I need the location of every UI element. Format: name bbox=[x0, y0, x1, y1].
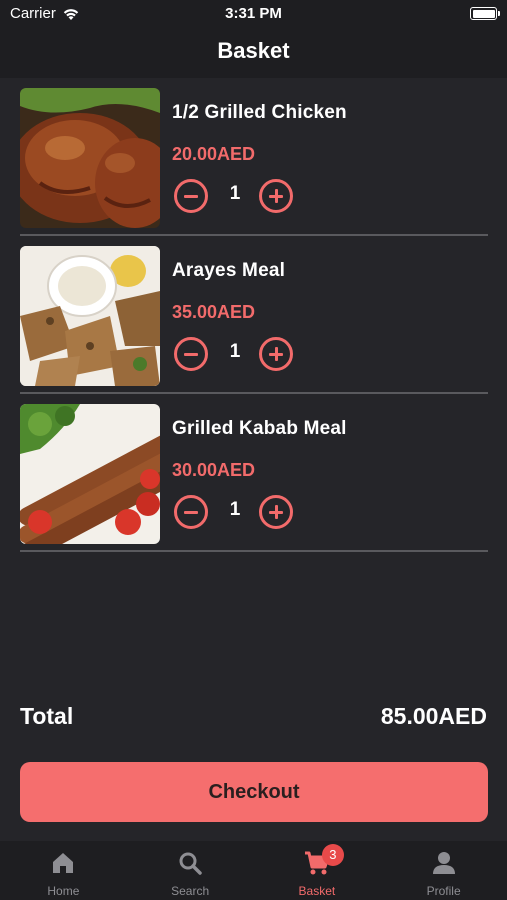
increase-quantity-button[interactable] bbox=[259, 179, 293, 213]
tab-bar: Home Search 3 Basket Profile bbox=[0, 841, 507, 900]
tab-profile[interactable]: Profile bbox=[380, 841, 507, 900]
grilled-chicken-photo bbox=[20, 88, 160, 228]
clock: 3:31 PM bbox=[225, 5, 282, 22]
tab-label: Search bbox=[171, 884, 210, 898]
basket-list: 1/2 Grilled Chicken 20.00AED 1 Arayes Me… bbox=[20, 78, 488, 552]
quantity-value: 1 bbox=[229, 499, 241, 520]
kabab-meal-photo bbox=[20, 404, 160, 544]
basket-item: Arayes Meal 35.00AED 1 bbox=[20, 236, 488, 394]
increase-quantity-button[interactable] bbox=[259, 337, 293, 371]
decrease-quantity-button[interactable] bbox=[174, 179, 208, 213]
tab-search[interactable]: Search bbox=[127, 841, 254, 900]
total-row: Total 85.00AED bbox=[20, 703, 487, 735]
tab-label: Home bbox=[47, 884, 80, 898]
cart-count-badge: 3 bbox=[321, 844, 344, 866]
quantity-stepper: 1 bbox=[172, 494, 297, 530]
person-icon bbox=[432, 852, 455, 874]
tab-home[interactable]: Home bbox=[0, 841, 127, 900]
decrease-quantity-button[interactable] bbox=[174, 337, 208, 371]
status-bar: Carrier 3:31 PM bbox=[0, 0, 507, 28]
quantity-value: 1 bbox=[229, 183, 241, 204]
tab-basket[interactable]: 3 Basket bbox=[254, 841, 381, 900]
item-price: 35.00AED bbox=[172, 302, 256, 322]
item-price: 20.00AED bbox=[172, 144, 256, 164]
page-title: Basket bbox=[217, 38, 290, 63]
tab-label: Basket bbox=[298, 884, 336, 898]
increase-quantity-button[interactable] bbox=[259, 495, 293, 529]
basket-item: Grilled Kabab Meal 30.00AED 1 bbox=[20, 394, 488, 552]
quantity-value: 1 bbox=[229, 341, 241, 362]
quantity-stepper: 1 bbox=[172, 336, 297, 372]
item-name: 1/2 Grilled Chicken bbox=[172, 102, 347, 123]
basket-item: 1/2 Grilled Chicken 20.00AED 1 bbox=[20, 78, 488, 236]
checkout-button[interactable]: Checkout bbox=[20, 762, 488, 822]
quantity-stepper: 1 bbox=[172, 178, 297, 214]
arayes-meal-photo bbox=[20, 246, 160, 386]
navigation-bar: Basket bbox=[0, 28, 507, 78]
item-name: Grilled Kabab Meal bbox=[172, 418, 347, 439]
search-icon bbox=[179, 852, 202, 875]
total-label: Total bbox=[20, 703, 74, 729]
decrease-quantity-button[interactable] bbox=[174, 495, 208, 529]
tab-label: Profile bbox=[426, 884, 461, 898]
battery-icon bbox=[470, 7, 500, 20]
total-value: 85.00AED bbox=[380, 703, 487, 729]
item-name: Arayes Meal bbox=[172, 260, 286, 281]
item-price: 30.00AED bbox=[172, 460, 256, 480]
home-icon bbox=[53, 853, 74, 873]
